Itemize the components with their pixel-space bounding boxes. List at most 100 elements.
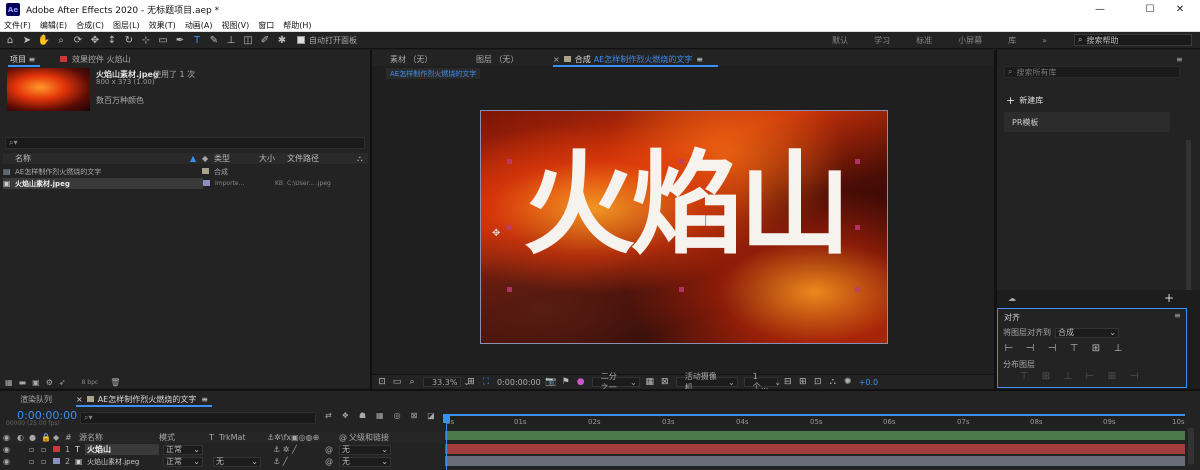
tag-icon[interactable]: ◆ xyxy=(202,154,214,163)
workspace-small-screen[interactable]: 小屏幕 xyxy=(958,35,982,46)
close-icon[interactable]: × xyxy=(76,395,83,404)
work-area-track[interactable] xyxy=(445,431,1185,440)
menu-view[interactable]: 视图(V) xyxy=(222,20,250,31)
column-trkmat[interactable]: TrkMat xyxy=(219,433,267,442)
composition-mini-flowchart-icon[interactable]: ⇄ xyxy=(325,411,332,420)
snapshot-icon[interactable]: 📷 xyxy=(545,377,556,387)
timeline-search-input[interactable]: ⌕▾ xyxy=(80,412,316,424)
layout-icon[interactable]: ⊟ xyxy=(783,377,793,387)
draft-3d-icon[interactable]: ❖ xyxy=(342,411,349,420)
tab-timeline-comp[interactable]: × AE怎样制作烈火燃烧的文字 ≡ xyxy=(76,392,208,406)
layer-name[interactable]: 火焰山 xyxy=(85,444,159,455)
track-matte-dropdown[interactable]: 无 ⌄ xyxy=(213,456,261,467)
timeline-layer-row[interactable]: ◉ ▫ ▫ 2 ▣ 火焰山素材.jpeg 正常 ⌄ 无 ⌄ ⚓ ╱ @ 无 ⌄ xyxy=(3,456,443,467)
scrollbar[interactable] xyxy=(1186,140,1191,290)
workspace-standard[interactable]: 标准 xyxy=(916,35,932,46)
transform-handle[interactable] xyxy=(507,159,512,164)
menu-edit[interactable]: 编辑(E) xyxy=(40,20,67,31)
fast-previews-icon[interactable]: ▦ xyxy=(645,377,655,387)
composition-canvas[interactable]: 火焰山 ✥ xyxy=(480,110,888,344)
brush-tool-icon[interactable]: ✎ xyxy=(207,33,221,47)
tab-render-queue[interactable]: 渲染队列 xyxy=(20,392,52,406)
align-right-icon[interactable]: ⊣ xyxy=(1046,342,1058,354)
column-mode[interactable]: 模式 xyxy=(159,432,209,443)
lock-toggle[interactable]: ▫ xyxy=(41,457,53,466)
zoom-dropdown[interactable]: 33.3% ⌄ xyxy=(423,377,470,387)
safe-zones-icon[interactable]: ⊞ xyxy=(466,377,476,387)
comp-text-layer[interactable]: 火焰山 xyxy=(481,149,887,261)
table-row[interactable]: ▤ AE怎样制作烈火燃烧的文字 合成 xyxy=(3,166,368,177)
views-dropdown[interactable]: 1个... ⌄ xyxy=(743,372,781,391)
layer-duration-bar[interactable] xyxy=(445,456,1185,466)
column-type[interactable]: 类型 xyxy=(214,153,259,164)
graph-icon[interactable]: ◪ xyxy=(427,411,435,420)
motion-blur-icon[interactable]: ◎ xyxy=(394,411,401,420)
align-bottom-icon[interactable]: ⊥ xyxy=(1112,342,1124,354)
close-button[interactable]: ✕ xyxy=(1160,0,1200,19)
channel-icon[interactable]: ● xyxy=(576,377,586,387)
show-snapshot-icon[interactable]: ⚑ xyxy=(561,377,571,387)
menu-window[interactable]: 窗口 xyxy=(258,20,274,31)
auto-open-panels-checkbox[interactable] xyxy=(297,36,305,44)
library-search-input[interactable]: ⌕ 搜索所有库 xyxy=(1004,66,1180,78)
project-search-input[interactable]: ⌕▾ xyxy=(5,137,365,149)
panel-menu-icon[interactable]: ≡ xyxy=(201,395,208,404)
orbit-camera-icon[interactable]: ⟳ xyxy=(71,33,85,47)
minimize-button[interactable]: — xyxy=(1080,0,1120,19)
blend-mode-dropdown[interactable]: 正常 ⌄ xyxy=(163,456,203,467)
lock-toggle[interactable]: ▫ xyxy=(41,445,53,454)
align-horizontal-center-icon[interactable]: ⊣ xyxy=(1024,342,1036,354)
help-search-input[interactable]: ⌕ 搜索帮助 xyxy=(1074,34,1192,46)
rectangle-tool-icon[interactable]: ▭ xyxy=(156,33,170,47)
align-left-icon[interactable]: ⊢ xyxy=(1003,342,1015,354)
roto-brush-icon[interactable]: ✐ xyxy=(258,33,272,47)
column-source-name[interactable]: 源名称 xyxy=(79,432,159,443)
shy-layers-icon[interactable]: ☗ xyxy=(359,411,366,420)
menu-animation[interactable]: 动画(A) xyxy=(185,20,213,31)
close-icon[interactable]: × xyxy=(553,55,560,64)
transform-handle[interactable] xyxy=(855,287,860,292)
transform-handle[interactable] xyxy=(679,159,684,164)
transparency-grid-icon[interactable]: ⊠ xyxy=(660,377,670,387)
tab-footage[interactable]: 素材 （无） xyxy=(390,52,433,66)
interpret-footage-icon[interactable]: ▦ xyxy=(5,378,13,387)
sort-arrow-icon[interactable]: ▲ xyxy=(190,154,202,163)
work-area-bar[interactable] xyxy=(443,414,1185,416)
project-settings-icon[interactable]: ⚙ xyxy=(46,378,53,387)
eye-icon[interactable]: ◉ xyxy=(3,445,17,454)
pen-tool-icon[interactable]: ✒ xyxy=(173,33,187,47)
menu-effect[interactable]: 效果(T) xyxy=(149,20,176,31)
solo-toggle[interactable]: ▫ xyxy=(29,457,41,466)
align-to-dropdown[interactable]: 合成 ⌄ xyxy=(1055,327,1119,338)
layer-duration-bar[interactable] xyxy=(445,444,1185,454)
menu-file[interactable]: 文件(F) xyxy=(4,20,31,31)
column-name[interactable]: 名称 xyxy=(15,153,190,164)
viewer-timecode[interactable]: 0:00:00:00 xyxy=(497,378,541,387)
camera-dropdown[interactable]: 活动摄像机 ⌄ xyxy=(675,372,738,392)
tab-composition[interactable]: × 合成 AE怎样制作烈火燃烧的文字 ≡ xyxy=(553,52,703,66)
current-time-indicator[interactable] xyxy=(443,414,450,470)
cloud-sync-icon[interactable]: ☁ xyxy=(1008,294,1016,303)
label-tag-icon[interactable]: ◆ xyxy=(53,433,65,442)
eraser-tool-icon[interactable]: ◫ xyxy=(241,33,255,47)
pin-icon[interactable]: ➶ xyxy=(59,378,66,387)
transform-handle[interactable] xyxy=(507,287,512,292)
zoom-tool-icon[interactable]: ⌕ xyxy=(54,33,68,47)
pixel-aspect-icon[interactable]: ⊞ xyxy=(798,377,808,387)
solo-icon[interactable]: ● xyxy=(29,433,41,442)
menu-layer[interactable]: 图层(L) xyxy=(113,20,140,31)
transform-handle[interactable] xyxy=(855,159,860,164)
blend-mode-dropdown[interactable]: 正常 ⌄ xyxy=(163,444,203,455)
flowchart-icon[interactable]: ⛬ xyxy=(357,154,363,164)
align-top-icon[interactable]: ⊤ xyxy=(1068,342,1080,354)
monitor-icon[interactable]: ▭ xyxy=(392,377,402,387)
layer-switches[interactable]: ⚓ ╱ xyxy=(273,457,325,466)
puppet-pin-icon[interactable]: ✱ xyxy=(275,33,289,47)
tab-project[interactable]: 项目 ≡ xyxy=(10,52,35,66)
panel-menu-icon[interactable]: ≡ xyxy=(1176,52,1183,66)
new-library-button[interactable]: + 新建库 xyxy=(1006,94,1043,107)
frame-blending-icon[interactable]: ▦ xyxy=(376,411,384,420)
audio-icon[interactable]: ◐ xyxy=(17,433,29,442)
new-composition-icon[interactable]: ▣ xyxy=(32,378,40,387)
eye-icon[interactable]: ◉ xyxy=(3,457,17,466)
